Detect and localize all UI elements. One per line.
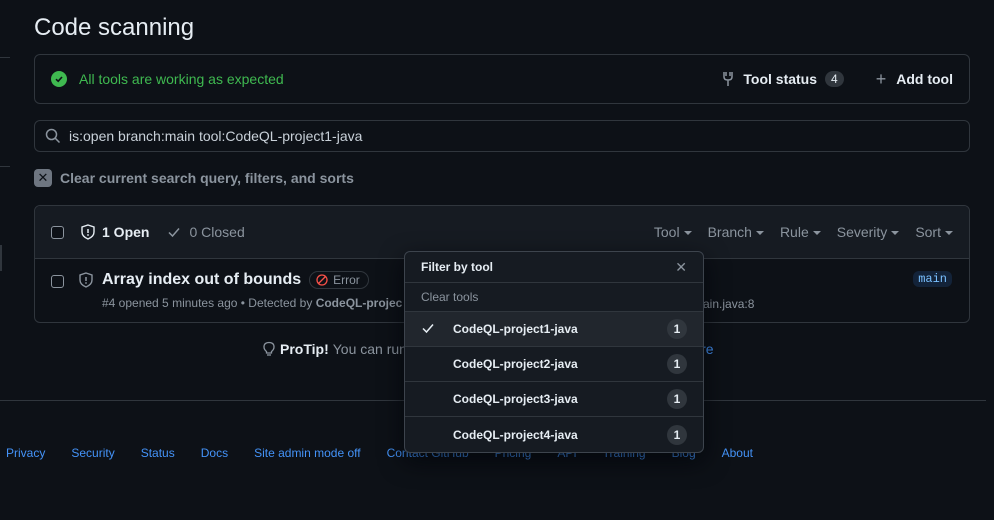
caret-down-icon <box>755 231 764 235</box>
filter-menus: Tool Branch Rule Severity Sort <box>638 224 953 240</box>
footer-link-status[interactable]: Status <box>141 446 175 460</box>
tool-option-count: 1 <box>667 424 687 445</box>
alert-checkbox[interactable] <box>51 275 64 288</box>
check-icon <box>422 323 434 333</box>
severity-filter-menu[interactable]: Severity <box>837 224 900 240</box>
filter-label: Branch <box>707 224 752 240</box>
clear-query-label: Clear current search query, filters, and… <box>60 170 354 186</box>
tool-option-label: CodeQL-project2-java <box>453 357 578 371</box>
branch-label: main <box>913 271 952 287</box>
tool-option-label: CodeQL-project4-java <box>453 427 578 442</box>
filter-label: Sort <box>915 224 941 240</box>
tool-status-counter: 4 <box>825 71 844 87</box>
tool-option-label: CodeQL-project3-java <box>453 392 578 406</box>
add-tool-button[interactable]: + Add tool <box>876 69 953 90</box>
select-all-checkbox[interactable] <box>51 225 64 239</box>
footer-link-docs[interactable]: Docs <box>201 446 228 460</box>
footer-link-security[interactable]: Security <box>71 446 114 460</box>
open-filter[interactable]: 1 Open <box>80 224 149 240</box>
clear-tools-button[interactable]: Clear tools <box>405 283 703 312</box>
tool-option-label: CodeQL-project1-java <box>453 322 578 336</box>
dropdown-header: Filter by tool ✕ <box>405 252 703 283</box>
tool-option-project2[interactable]: CodeQL-project2-java 1 <box>405 347 703 382</box>
filter-by-tool-dropdown: Filter by tool ✕ Clear tools CodeQL-proj… <box>404 251 704 453</box>
caret-down-icon <box>891 231 900 235</box>
check-circle-icon <box>51 71 67 87</box>
rule-filter-menu[interactable]: Rule <box>780 224 821 240</box>
dropdown-title: Filter by tool <box>421 260 493 274</box>
tool-filter-menu[interactable]: Tool <box>654 224 692 240</box>
tool-option-project1[interactable]: CodeQL-project1-java 1 <box>405 312 703 347</box>
tools-icon <box>723 72 734 86</box>
alert-content: Array index out of bounds Error #4 opene… <box>78 271 402 310</box>
tool-option-count: 1 <box>667 319 687 339</box>
close-icon[interactable]: ✕ <box>675 259 687 276</box>
tool-option-project4[interactable]: CodeQL-project4-java 1 <box>405 417 703 452</box>
caret-down-icon <box>812 231 821 235</box>
footer-link-privacy[interactable]: Privacy <box>6 446 45 460</box>
check-icon <box>168 228 181 238</box>
light-bulb-icon <box>263 341 275 356</box>
tool-option-count: 1 <box>667 354 687 374</box>
plus-icon: + <box>875 68 887 89</box>
tools-status-bar: All tools are working as expected Tool s… <box>34 54 970 104</box>
branch-filter-menu[interactable]: Branch <box>708 224 764 240</box>
tool-option-project3[interactable]: CodeQL-project3-java 1 <box>405 382 703 417</box>
search-box <box>34 120 970 152</box>
left-divider <box>0 57 10 58</box>
caret-down-icon <box>945 231 953 235</box>
tools-status-text: All tools are working as expected <box>79 71 284 87</box>
severity-label: Error <box>333 273 360 287</box>
left-divider <box>0 166 10 167</box>
protip: ProTip! You can run n more <box>262 341 714 357</box>
alert-meta: #4 opened 5 minutes ago • Detected by Co… <box>102 296 402 310</box>
protip-text: You can run <box>332 341 407 357</box>
alert-meta-text: #4 opened 5 minutes ago • Detected by <box>102 296 316 310</box>
sort-menu[interactable]: Sort <box>915 224 953 240</box>
closed-filter[interactable]: 0 Closed <box>167 224 245 240</box>
search-input[interactable] <box>69 128 929 144</box>
footer-link-site-admin[interactable]: Site admin mode off <box>254 446 361 460</box>
tool-option-count: 1 <box>667 389 687 409</box>
search-icon <box>45 128 61 144</box>
filter-label: Severity <box>836 224 888 240</box>
closed-count-label: 0 Closed <box>189 224 245 240</box>
filter-label: Tool <box>653 224 680 240</box>
add-tool-label: Add tool <box>896 71 953 87</box>
clear-query-button[interactable]: ✕ Clear current search query, filters, a… <box>34 169 354 187</box>
protip-label: ProTip! <box>280 341 329 357</box>
alert-file-ref[interactable]: ain.java:8 <box>703 297 754 311</box>
open-count-label: 1 Open <box>102 224 150 240</box>
page-title: Code scanning <box>34 14 195 41</box>
stop-icon <box>316 274 328 286</box>
tool-status-button[interactable]: Tool status 4 <box>721 71 844 87</box>
footer-link-about[interactable]: About <box>722 446 753 460</box>
alert-detector: CodeQL-projec <box>315 296 403 310</box>
filter-label: Rule <box>779 224 809 240</box>
alert-title-link[interactable]: Array index out of bounds <box>102 271 301 289</box>
severity-badge: Error <box>309 271 369 289</box>
shield-icon <box>79 272 93 288</box>
caret-down-icon <box>683 231 692 235</box>
shield-icon <box>81 224 95 240</box>
left-tab-indicator <box>0 245 2 271</box>
close-icon: ✕ <box>34 169 52 187</box>
tool-status-label: Tool status <box>743 71 818 87</box>
